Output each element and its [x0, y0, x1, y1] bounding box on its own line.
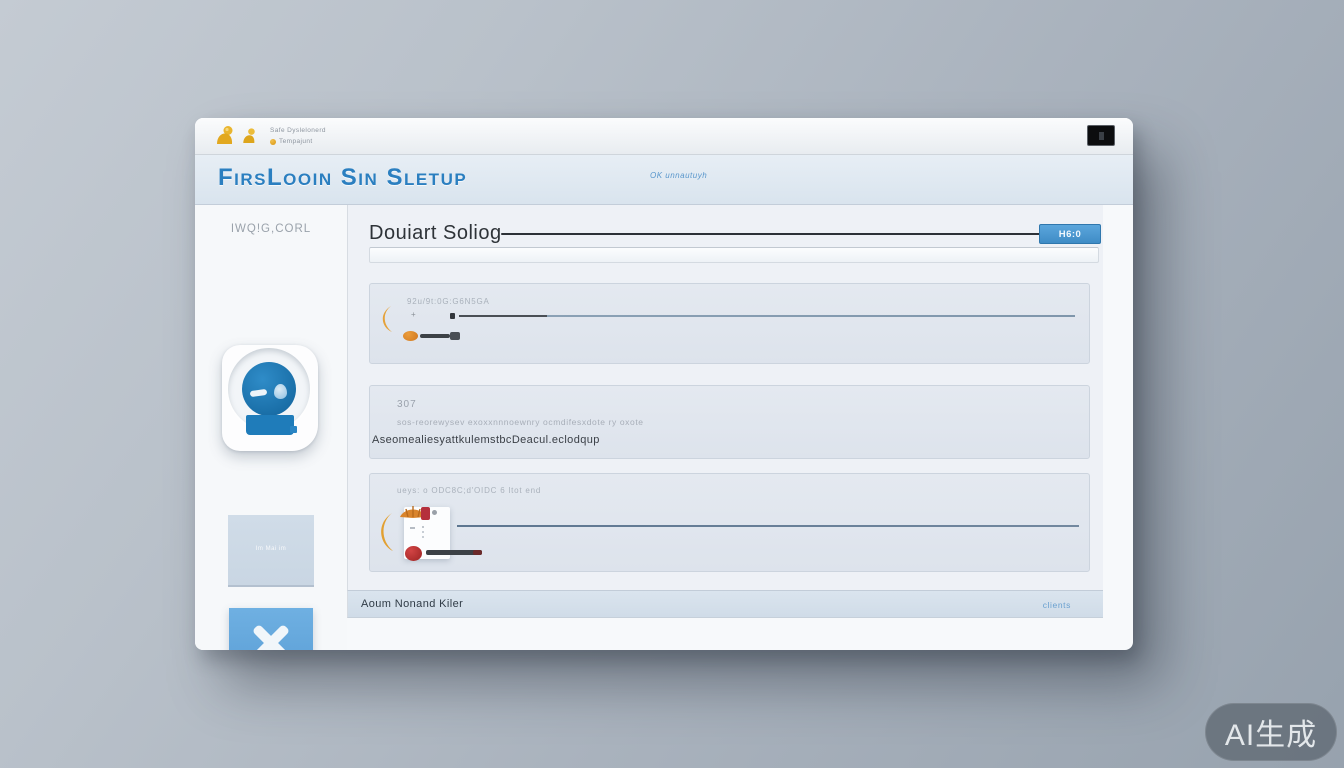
- titlebar-hint-line2: Tempajunt: [279, 136, 313, 147]
- cross-tile-button[interactable]: [229, 608, 313, 650]
- logo-pip: [290, 426, 297, 433]
- slider-start-dot: [450, 313, 455, 319]
- tick-mark: [410, 527, 415, 529]
- orange-dot-icon: [270, 139, 276, 145]
- brand-label: IWQ!G,CORL: [195, 223, 347, 235]
- ai-watermark-badge: AI生成: [1205, 703, 1337, 761]
- crescent-icon: [379, 305, 395, 333]
- logo-face-icon: [242, 362, 296, 416]
- gem-icon: [214, 125, 236, 147]
- titlebar-hint-line1: Safe Dyslelonerd: [270, 125, 326, 136]
- panel1-caption: 92u/9t:0G:G6N5GA: [407, 297, 490, 306]
- setup-panel-1: 92u/9t:0G:G6N5GA +: [369, 283, 1090, 364]
- title-divider: [501, 233, 1041, 235]
- setup-panel-2: 307 sos-reorewysev exoxxnnnoewnry ocmdif…: [369, 385, 1090, 459]
- header: FirsLooin Sin Sletup OK unnautuyh: [195, 155, 1133, 205]
- sidebar: IWQ!G,CORL Im Mai im: [195, 205, 347, 650]
- titlebar-hint: Safe Dyslelonerd Tempajunt: [270, 125, 326, 147]
- section-title: Douiart Soliog: [369, 222, 502, 245]
- clients-link[interactable]: clients: [1043, 600, 1071, 610]
- gray-dot-icon: [432, 510, 437, 515]
- header-meta-text: OK unnautuyh: [650, 171, 707, 180]
- preview-thumbnail: Im Mai im: [228, 515, 314, 587]
- panel2-note: sos-reorewysev exoxxnnnoewnry ocmdifesxd…: [397, 417, 644, 427]
- help-button[interactable]: H6:0: [1039, 224, 1101, 244]
- smile-icon: [250, 389, 268, 397]
- slider-handle[interactable]: [420, 334, 450, 338]
- teardrop-icon: [274, 384, 287, 399]
- orange-knob-icon[interactable]: [403, 331, 418, 341]
- titlebar: Safe Dyslelonerd Tempajunt: [195, 118, 1133, 155]
- setup-window: Safe Dyslelonerd Tempajunt FirsLooin Sin…: [195, 118, 1133, 650]
- display-icon[interactable]: [1087, 125, 1115, 146]
- main-content: Douiart Soliog H6:0 92u/9t:0G:G6N5GA + 3…: [347, 205, 1103, 590]
- red-knob-icon[interactable]: [405, 546, 422, 561]
- logo-base: [246, 415, 294, 435]
- gem-icon: [240, 127, 258, 146]
- thumbnail-label: Im Mai im: [228, 546, 314, 552]
- red-chip-icon: [421, 507, 430, 520]
- progress-track: [547, 315, 1075, 317]
- slider-handle[interactable]: [426, 550, 482, 555]
- text-input[interactable]: [369, 247, 1099, 263]
- app-logo: [222, 345, 318, 451]
- status-text: Aoum Nonand Kiler: [361, 598, 463, 610]
- progress-track: [457, 525, 1079, 527]
- page-title: FirsLooin Sin Sletup: [218, 164, 467, 192]
- x-icon: [247, 619, 295, 650]
- crescent-icon: [378, 512, 396, 552]
- panel3-caption: ueys: o ODC8C;d'OIDC 6 ltot end: [397, 486, 541, 495]
- progress-filled: [459, 315, 547, 317]
- panel2-overlay-text: AseomealiesyattkulemstbcDeacul.eclodqup: [372, 434, 600, 446]
- setup-panel-3: ueys: o ODC8C;d'OIDC 6 ltot end: [369, 473, 1090, 572]
- plus-mark: +: [411, 310, 416, 319]
- footer-bar: Aoum Nonand Kiler clients: [347, 590, 1103, 618]
- panel2-code: 307: [397, 399, 417, 410]
- tick-marks: [422, 526, 424, 528]
